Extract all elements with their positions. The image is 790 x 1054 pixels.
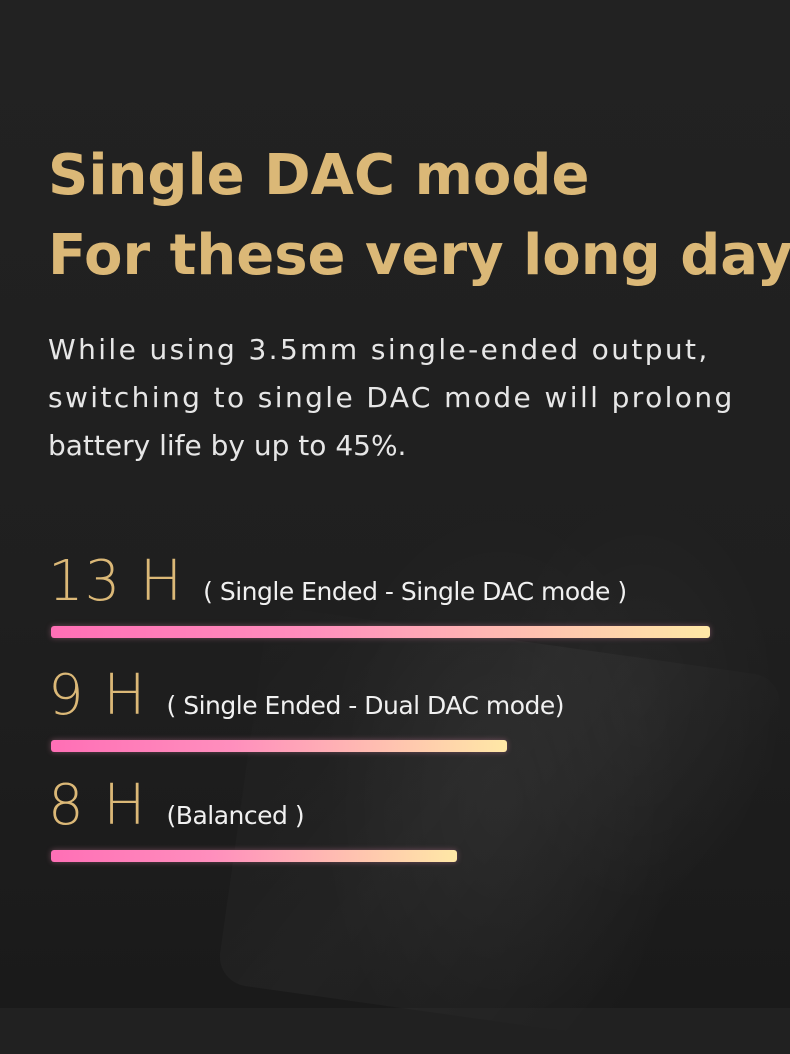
description-line-2: switching to single DAC mode will prolon… bbox=[48, 381, 735, 414]
battery-mode-note: ( Single Ended - Single DAC mode ) bbox=[203, 577, 627, 606]
description: While using 3.5mm single-ended output, s… bbox=[48, 326, 768, 470]
battery-stat-single-dac: 13 H ( Single Ended - Single DAC mode ) bbox=[48, 550, 748, 638]
headline-line-2: For these very long days bbox=[48, 223, 790, 288]
description-line-3: battery life by up to 45%. bbox=[48, 429, 407, 462]
battery-bar bbox=[51, 850, 457, 862]
headline-line-1: Single DAC mode bbox=[48, 143, 590, 208]
battery-bar bbox=[51, 740, 507, 752]
battery-bar-track bbox=[51, 850, 748, 862]
battery-mode-note: (Balanced ) bbox=[166, 801, 305, 830]
battery-stat-dual-dac: 9 H ( Single Ended - Dual DAC mode) bbox=[48, 664, 748, 752]
battery-hours: 9 H bbox=[48, 663, 147, 728]
battery-bar-track bbox=[51, 626, 748, 638]
battery-bar-track bbox=[51, 740, 748, 752]
battery-hours: 8 H bbox=[48, 773, 147, 838]
battery-mode-note: ( Single Ended - Dual DAC mode) bbox=[166, 691, 565, 720]
description-line-1: While using 3.5mm single-ended output, bbox=[48, 333, 710, 366]
battery-stat-balanced: 8 H (Balanced ) bbox=[48, 774, 748, 862]
battery-hours: 13 H bbox=[48, 549, 184, 614]
headline: Single DAC mode For these very long days bbox=[48, 136, 790, 296]
battery-bar bbox=[51, 626, 710, 638]
